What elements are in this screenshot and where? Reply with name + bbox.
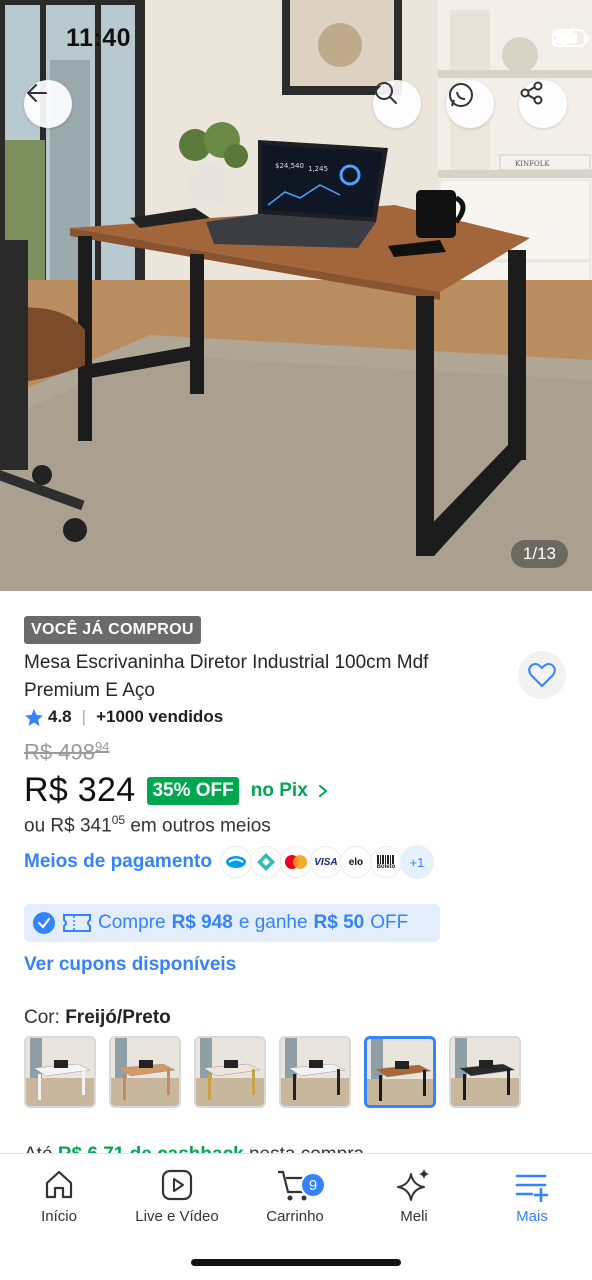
back-button[interactable]	[24, 80, 72, 128]
whatsapp-icon	[449, 83, 473, 107]
rating-value: 4.8	[48, 707, 72, 726]
search-icon	[375, 82, 397, 104]
rating-row[interactable]: 4.8 | +1000 vendidos	[24, 707, 223, 727]
color-swatch[interactable]	[364, 1036, 436, 1108]
old-price: R$ 49894	[24, 739, 109, 765]
sparkle-icon	[397, 1169, 429, 1201]
promo-banner[interactable]: Compre R$ 948 e ganhe R$ 50 OFF	[24, 904, 440, 942]
share-icon	[520, 81, 543, 105]
nav-label-more: Mais	[516, 1208, 548, 1225]
nav-item-more[interactable]: Mais	[473, 1168, 591, 1225]
book-spine-label: KINFOLK	[515, 160, 550, 168]
current-price: R$ 324	[24, 771, 136, 809]
other-price-prefix: ou R$ 341	[24, 815, 112, 837]
old-price-cents: 94	[94, 739, 110, 754]
search-button[interactable]	[373, 80, 421, 128]
coupon-icon	[63, 914, 91, 932]
price-row: R$ 324 35% OFF no Pix	[24, 771, 328, 810]
mastercard-icon	[279, 846, 312, 878]
chevron-right-icon	[318, 784, 328, 797]
visa-icon: VISA	[309, 846, 342, 878]
color-value: Freijó/Preto	[65, 1007, 171, 1028]
other-price-suffix: em outros meios	[130, 815, 271, 837]
status-time: 11:40	[66, 24, 132, 52]
mercado-pago-icon	[219, 846, 252, 878]
promo-amount: R$ 948	[171, 912, 233, 933]
nav-label-live-video: Live e Vídeo	[135, 1208, 219, 1225]
discount-badge: 35% OFF	[147, 776, 239, 805]
nav-item-live-video[interactable]: Live e Vídeo	[118, 1168, 236, 1225]
old-price-value: R$ 498	[24, 739, 95, 765]
promo-suffix: OFF	[370, 912, 409, 933]
check-circle-icon	[33, 912, 55, 934]
product-title: Mesa Escrivaninha Diretor Industrial 100…	[24, 652, 429, 701]
arrow-left-icon	[27, 84, 47, 102]
payment-icons: VISA elo Boleto +1	[219, 845, 434, 879]
nav-label-home: Início	[41, 1208, 77, 1225]
nav-label-cart: Carrinho	[266, 1208, 324, 1225]
nav-item-meli[interactable]: Meli	[355, 1168, 473, 1225]
product-image[interactable]: KINFOLK $24,540 1,245 11:40 1/13	[0, 0, 592, 591]
payment-methods-link[interactable]: Meios de pagamento	[24, 851, 212, 873]
laptop-screen-value-2: 1,245	[308, 165, 328, 173]
more-payment-methods[interactable]: +1	[399, 845, 434, 879]
promo-middle: e ganhe	[238, 912, 308, 933]
home-icon	[45, 1170, 73, 1199]
cart-count-badge: 9	[300, 1172, 326, 1198]
color-swatch[interactable]	[279, 1036, 351, 1108]
other-price-cents: 05	[111, 813, 126, 827]
color-swatch[interactable]	[449, 1036, 521, 1108]
pix-label: no Pix	[250, 779, 308, 801]
boleto-icon: Boleto	[369, 846, 402, 878]
nav-item-cart[interactable]: 9 Carrinho	[236, 1168, 354, 1225]
pix-link[interactable]: no Pix	[251, 780, 328, 802]
image-counter: 1/13	[510, 540, 568, 568]
star-icon	[25, 708, 43, 726]
battery-icon	[552, 29, 589, 47]
purchased-badge: VOCÊ JÁ COMPROU	[24, 616, 201, 644]
promo-prefix: Compre	[98, 912, 166, 933]
divider: |	[81, 707, 87, 726]
nav-label-meli: Meli	[400, 1208, 428, 1225]
heart-icon	[528, 663, 556, 687]
elo-icon: elo	[339, 846, 372, 878]
whatsapp-share-button[interactable]	[446, 80, 494, 128]
play-icon	[161, 1169, 193, 1201]
home-indicator	[191, 1259, 401, 1266]
share-button[interactable]	[519, 80, 567, 128]
other-payment-price: ou R$ 34105 em outros meios	[24, 813, 271, 837]
color-swatch[interactable]	[194, 1036, 266, 1108]
color-label: Cor: Freijó/Preto	[24, 1007, 171, 1029]
color-swatch[interactable]	[24, 1036, 96, 1108]
nav-item-home[interactable]: Início	[0, 1168, 118, 1225]
favorite-button[interactable]	[518, 651, 566, 699]
boleto-label: Boleto	[376, 863, 396, 870]
laptop-screen-value-1: $24,540	[275, 162, 304, 170]
color-label-prefix: Cor:	[24, 1007, 60, 1028]
promo-reward: R$ 50	[313, 912, 365, 933]
color-swatch[interactable]	[109, 1036, 181, 1108]
menu-plus-icon	[515, 1174, 549, 1202]
desk-photo: KINFOLK $24,540 1,245	[0, 0, 592, 591]
sold-count: +1000 vendidos	[96, 707, 224, 726]
view-coupons-link[interactable]: Ver cupons disponíveis	[24, 954, 236, 976]
color-swatches	[24, 1036, 521, 1108]
payment-methods-row[interactable]: Meios de pagamento VISA elo Boleto +1	[24, 845, 434, 879]
pix-icon	[249, 846, 282, 878]
